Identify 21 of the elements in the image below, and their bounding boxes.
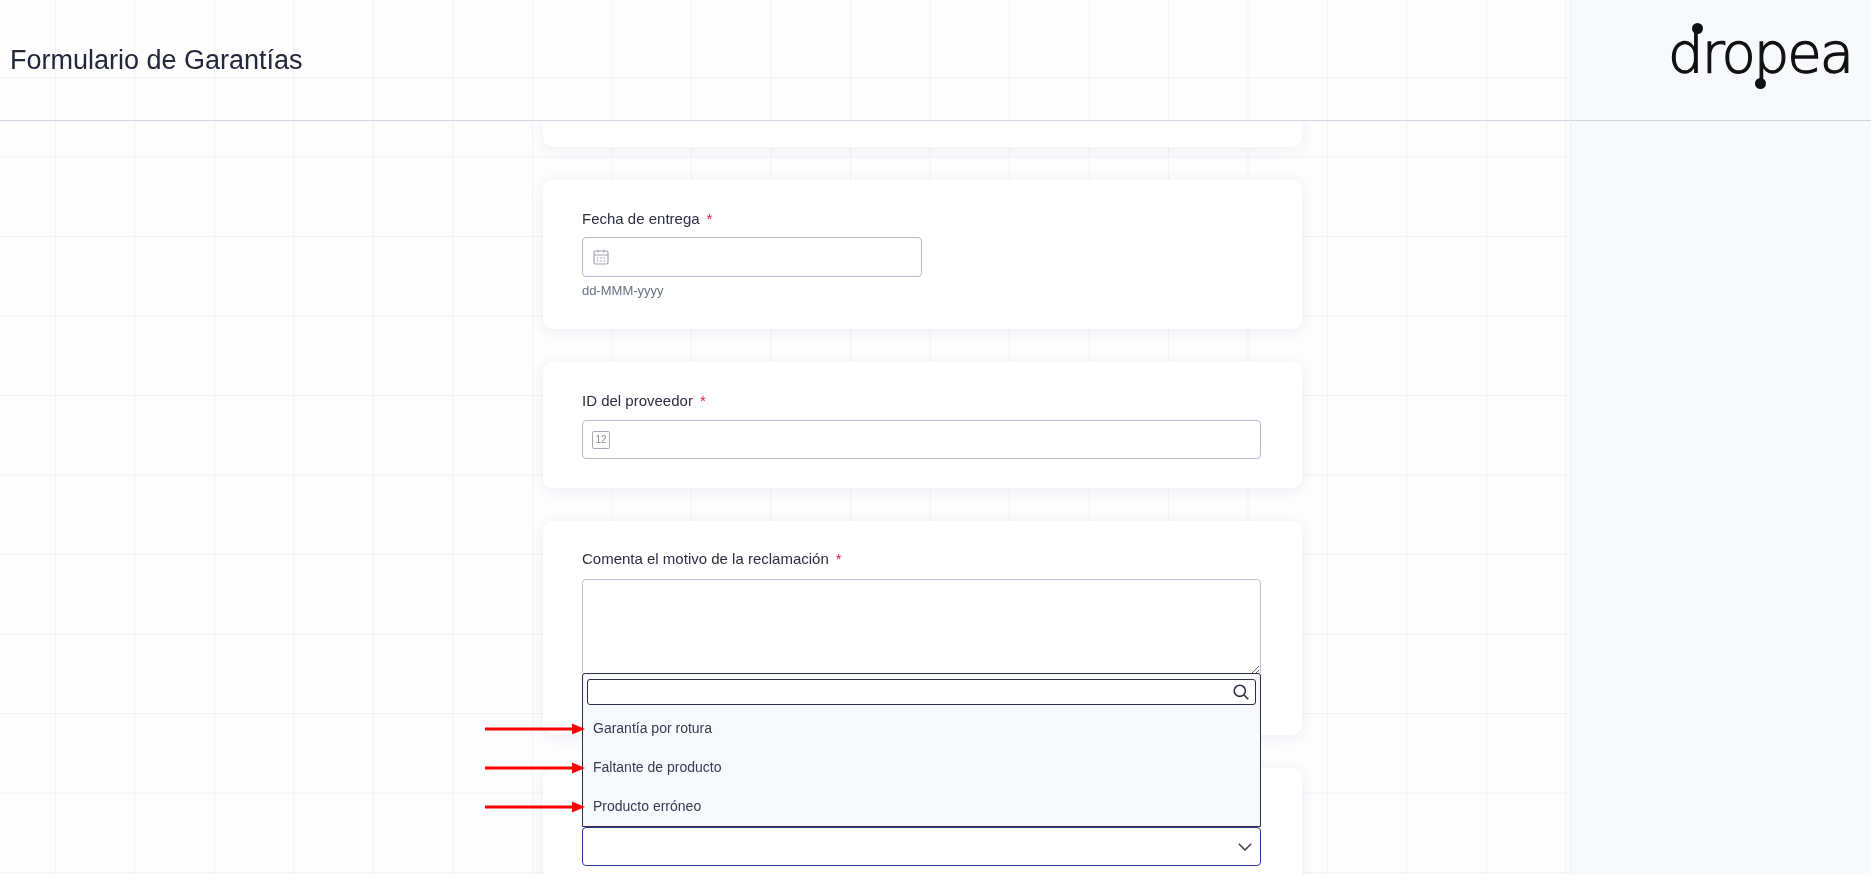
field-label: ID del proveedor — [582, 391, 693, 411]
required-mark: * — [706, 209, 713, 229]
dropdown-option[interactable]: Garantía por rotura — [583, 709, 1260, 748]
number-icon: 12 — [592, 430, 610, 449]
dropdown-option[interactable]: Producto erróneo — [583, 787, 1260, 826]
chevron-down-icon — [1238, 842, 1252, 851]
brand-logo: dropea — [1668, 17, 1852, 89]
page-title: Formulario de Garantías — [10, 44, 303, 77]
hint-text: dd-MMM-yyyy — [582, 283, 664, 299]
required-mark: * — [699, 391, 706, 411]
calendar-icon — [593, 249, 609, 265]
dropdown-option[interactable]: Faltante de producto — [583, 748, 1260, 787]
date-field[interactable] — [582, 237, 922, 277]
number-field[interactable]: 12 — [582, 420, 1261, 459]
field-label: Comenta el motivo de la reclamación — [582, 549, 829, 569]
search-icon — [1233, 684, 1249, 700]
required-mark: * — [835, 549, 842, 569]
text-area-field[interactable] — [582, 579, 1261, 675]
field-label: Fecha de entrega — [582, 209, 700, 229]
select-field[interactable] — [582, 827, 1261, 866]
search-field[interactable] — [587, 679, 1256, 705]
